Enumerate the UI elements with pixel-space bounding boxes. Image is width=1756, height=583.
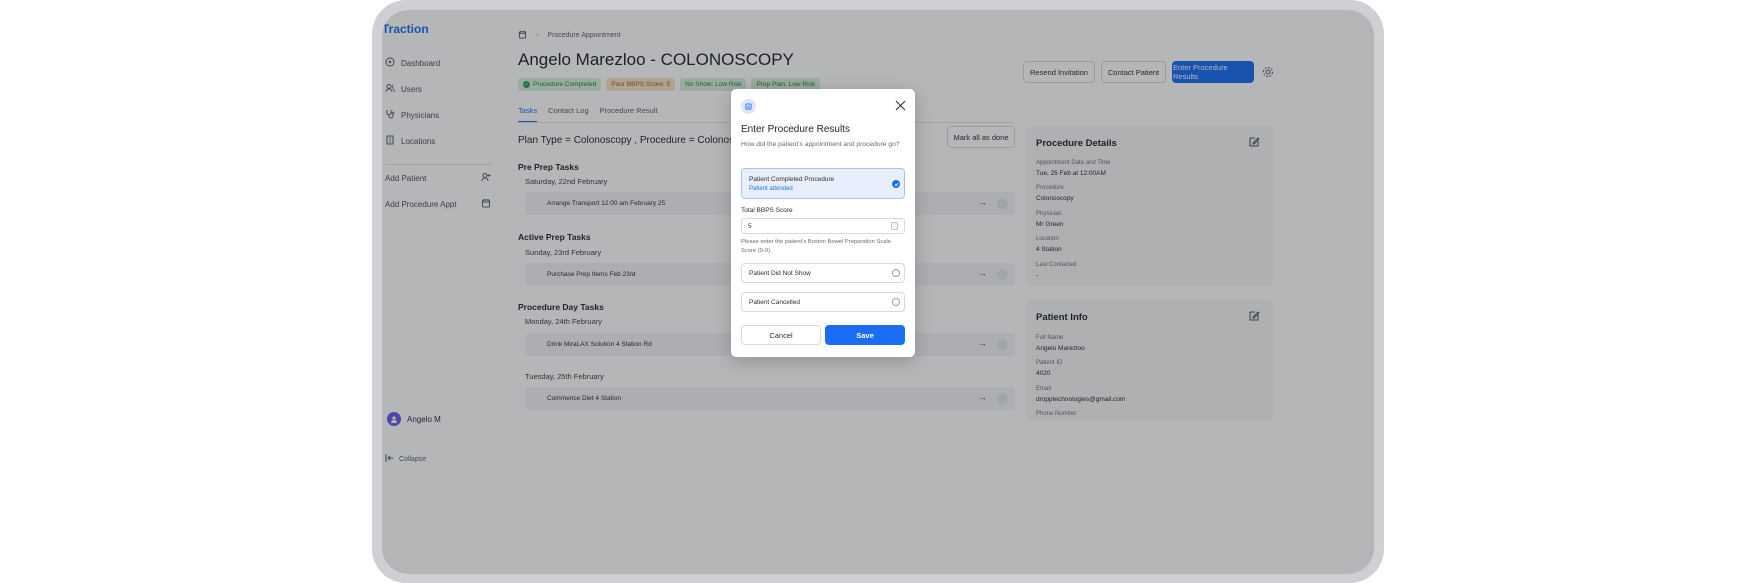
enter-procedure-results-modal: Enter Procedure Results How did the pati… — [731, 89, 915, 357]
clipboard-icon — [741, 99, 756, 114]
option-label: Patient Did Not Show — [749, 270, 811, 277]
bbps-score-input[interactable] — [741, 218, 905, 234]
option-sublabel: Patient attended — [749, 186, 793, 192]
bbps-label: Total BBPS Score — [741, 207, 793, 214]
close-icon[interactable] — [895, 100, 906, 111]
option-label: Patient Cancelled — [749, 299, 800, 306]
cancel-button[interactable]: Cancel — [741, 325, 821, 345]
radio-checked-icon[interactable] — [892, 180, 900, 188]
option-completed-procedure[interactable]: Patient Completed Procedure Patient atte… — [741, 168, 905, 199]
modal-title: Enter Procedure Results — [741, 124, 850, 135]
radio-icon[interactable] — [892, 269, 900, 277]
app-screen: Traction Dashboard Users Physicians Loca… — [382, 10, 1374, 574]
option-label: Patient Completed Procedure — [749, 176, 835, 183]
option-did-not-show[interactable]: Patient Did Not Show — [741, 263, 905, 283]
save-button[interactable]: Save — [825, 325, 905, 345]
modal-subtitle: How did the patient's appointment and pr… — [741, 141, 900, 148]
radio-icon[interactable] — [892, 298, 900, 306]
stepper-icon[interactable] — [891, 222, 898, 230]
option-cancelled[interactable]: Patient Cancelled — [741, 292, 905, 312]
bbps-help-text: Please enter the patient's Boston Bowel … — [741, 239, 891, 254]
